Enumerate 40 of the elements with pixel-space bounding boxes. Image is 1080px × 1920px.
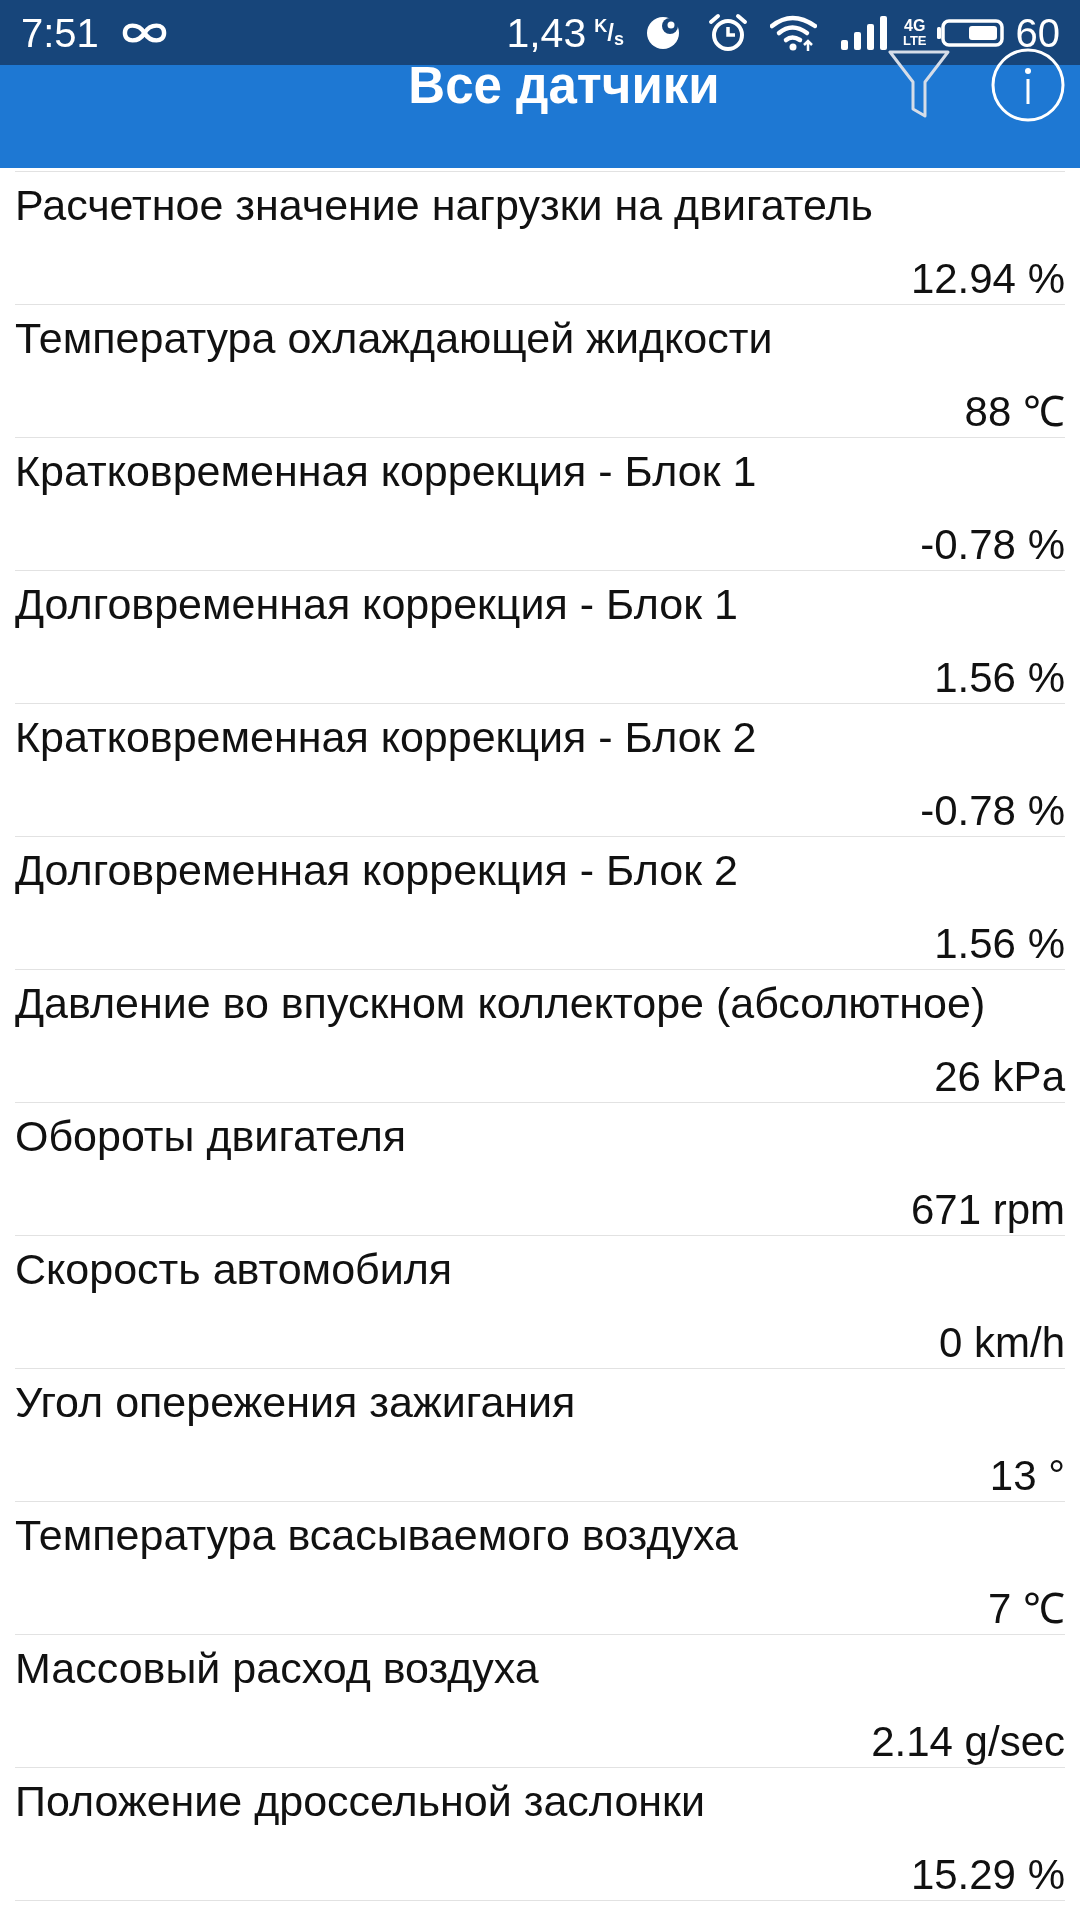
wifi-icon <box>769 13 817 52</box>
sensor-value: 7 ℃ <box>987 1584 1065 1634</box>
sensor-value: 26 kPa <box>934 1052 1065 1102</box>
sensor-name: Расчетное значение нагрузки на двигатель <box>15 180 873 230</box>
pie-circle-icon <box>645 15 680 50</box>
sensor-name: Долговременная коррекция - Блок 2 <box>15 845 738 895</box>
signal-bars-icon <box>840 15 888 50</box>
sensor-value: 2.14 g/sec <box>871 1717 1065 1767</box>
sensor-value: 12.94 % <box>910 254 1065 304</box>
sensor-value: -0.78 % <box>920 786 1065 836</box>
sensor-value: 1.56 % <box>934 919 1065 969</box>
sensor-value: 1.56 % <box>934 653 1065 703</box>
sensor-value: 0 km/h <box>938 1318 1065 1368</box>
sensor-name: Температура всасываемого воздуха <box>15 1510 738 1560</box>
battery-percent: 60 <box>1015 9 1060 56</box>
sensor-name: Долговременная коррекция - Блок 1 <box>15 579 738 629</box>
network-type: 4G <box>904 17 926 34</box>
network-speed-unit: $^{K}$/$_{s}$ <box>594 17 624 48</box>
sensor-name: Температура охлаждающей жидкости <box>15 313 773 363</box>
sensor-name: Кратковременная коррекция - Блок 1 <box>15 446 757 496</box>
sensor-name: Давление во впускном коллекторе (абсолютное) <box>15 978 986 1028</box>
clock-time: 7:51 <box>21 9 99 56</box>
sensor-name: Массовый расход воздуха <box>15 1643 539 1693</box>
screen-title: Все датчики <box>408 56 720 116</box>
network-subtype: LTE <box>902 34 927 48</box>
battery-icon <box>936 18 1004 47</box>
sensor-name: Угол опережения зажигания <box>15 1377 576 1427</box>
sensor-name: Положение дроссельной заслонки <box>15 1776 705 1826</box>
sensor-name: Обороты двигателя <box>15 1111 407 1161</box>
network-speed: 1,43 <box>506 9 587 56</box>
sensor-value: 15.29 % <box>910 1850 1065 1900</box>
info-icon[interactable] <box>991 48 1065 122</box>
alarm-clock-icon <box>707 12 748 53</box>
sensor-name: Кратковременная коррекция - Блок 2 <box>15 712 757 762</box>
filter-icon[interactable] <box>888 50 950 118</box>
sensor-value: 671 rpm <box>910 1185 1065 1235</box>
sensor-name: Скорость автомобиля <box>15 1244 453 1294</box>
sensor-value: -0.78 % <box>920 520 1065 570</box>
sensor-value: 88 ℃ <box>964 387 1065 437</box>
sensor-value: 13 ° <box>989 1451 1065 1501</box>
